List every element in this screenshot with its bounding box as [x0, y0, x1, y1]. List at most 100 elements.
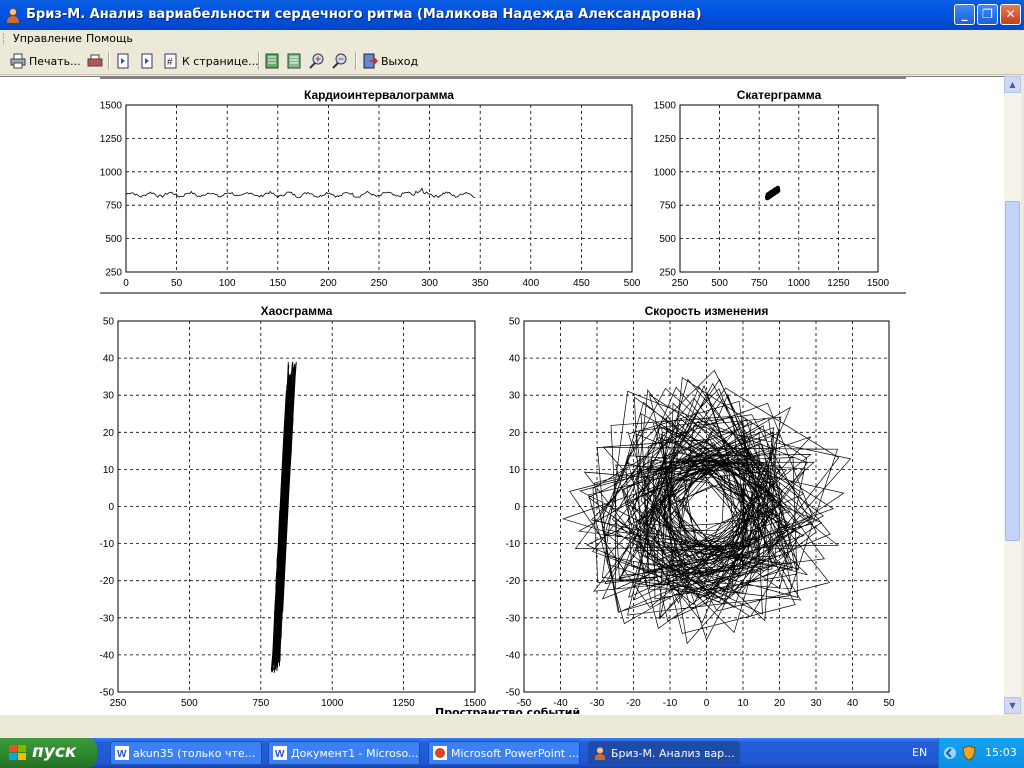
scatter-point [767, 192, 773, 197]
chaos-x-tick-label: 750 [252, 698, 269, 709]
print-setup-button[interactable] [87, 52, 103, 70]
task-akun35[interactable]: W akun35 (только чте... [110, 741, 262, 765]
chaos-frame [117, 320, 476, 693]
chaos-series-line [270, 361, 297, 673]
clock: 15:03 [985, 746, 1017, 759]
vertical-scrollbar[interactable]: ▲ ▼ [1004, 76, 1021, 714]
chaos-y-tick-label: 30 [103, 391, 115, 402]
speed-x-tick-label: 10 [737, 698, 749, 709]
chaos-title: Хаосграмма [261, 304, 333, 318]
cardio-y-tick-label: 500 [105, 234, 122, 245]
page-forward-icon [141, 53, 153, 69]
scatter-x-tick-label: 750 [751, 278, 768, 289]
chaos-y-tick-label: 50 [103, 317, 115, 328]
app-icon [7, 8, 19, 23]
scatter-x-tick-label: 1000 [788, 278, 811, 289]
exit-label: Выход [381, 54, 419, 68]
print-button[interactable]: Печать... [10, 52, 81, 70]
scatter-chart: Скатерграмма 250 500 750 1000 1250 1500 1500 125… [654, 88, 890, 289]
scatter-y-tick-label: 1500 [654, 101, 677, 112]
task-powerpoint[interactable]: Microsoft PowerPoint ... [428, 741, 580, 765]
speed-y-tick-label: 0 [514, 502, 520, 513]
speed-y-tick-label: 10 [509, 465, 521, 476]
page-width-button[interactable] [286, 52, 302, 70]
cardio-x-tick-label: 300 [421, 278, 438, 289]
goto-page-button[interactable]: # К странице... [163, 52, 259, 70]
scatter-y-tick-label: 1250 [654, 134, 677, 145]
scatter-y-tick-label: 750 [659, 201, 676, 212]
security-shield-icon[interactable] [961, 745, 977, 761]
start-label: пуск [32, 742, 77, 762]
scatter-x-tick-label: 1500 [867, 278, 890, 289]
scatter-y-tick-label: 250 [659, 268, 676, 279]
menu-pomosch[interactable]: Помощь [86, 32, 133, 45]
speed-y-tick-label: 50 [509, 317, 521, 328]
language-indicator[interactable]: EN [912, 746, 927, 759]
task-label: Microsoft PowerPoint ... [451, 747, 580, 760]
chaos-y-tick-label: 0 [108, 502, 114, 513]
single-page-button[interactable] [264, 52, 280, 70]
scatter-y-tick-label: 500 [659, 234, 676, 245]
cardio-x-tick-label: 200 [320, 278, 337, 289]
charts-canvas: Кардиоинтервалограмма0 50 100 150 200 250 300 3… [100, 77, 906, 709]
speed-x-tick-label: 20 [774, 698, 786, 709]
speed-x-tick-label: 50 [883, 698, 895, 709]
maximize-button[interactable]: ❐ [977, 4, 998, 25]
task-label: Документ1 - Microso... [291, 747, 419, 760]
toolbar-separator [355, 52, 357, 70]
bottom-axis-label: Пространство событий [435, 706, 581, 714]
scroll-down-button[interactable]: ▼ [1004, 697, 1021, 714]
speed-y-tick-label: -50 [506, 688, 521, 699]
page-back-icon [117, 53, 129, 69]
cardio-x-tick-label: 250 [371, 278, 388, 289]
cardio-x-tick-label: 350 [472, 278, 489, 289]
chaos-y-tick-label: -40 [100, 650, 115, 661]
windows-flag-icon [9, 745, 26, 760]
goto-page-icon: # [164, 53, 177, 69]
task-briz[interactable]: Бриз-М. Анализ вар... [588, 741, 740, 765]
speed-y-tick-label: 40 [509, 354, 521, 365]
page-width-icon [287, 53, 301, 69]
cardio-x-tick-label: 0 [123, 278, 129, 289]
scroll-thumb[interactable] [1005, 201, 1020, 541]
close-button[interactable]: ✕ [1000, 4, 1021, 25]
minimize-button[interactable]: _ [954, 4, 975, 25]
cardio-x-tick-label: 100 [219, 278, 236, 289]
scroll-up-button[interactable]: ▲ [1004, 76, 1021, 93]
print-setup-icon [87, 54, 103, 67]
taskbar: пуск W akun35 (только чте... W Документ1… [0, 738, 1024, 768]
next-page-button[interactable] [139, 52, 155, 70]
word-icon: W [115, 746, 129, 760]
chaos-x-tick-label: 500 [181, 698, 198, 709]
menu-grip [3, 33, 6, 45]
cardio-y-tick-label: 250 [105, 268, 122, 279]
cardio-title: Кардиоинтервалограмма [304, 88, 454, 102]
window-title: Бриз-М. Анализ вариабельности сердечного… [26, 7, 702, 22]
menu-bar: Управление Помощь [0, 30, 1024, 48]
chaos-x-tick-label: 1250 [392, 698, 415, 709]
cardio-x-tick-label: 150 [269, 278, 286, 289]
scatter-point [775, 187, 781, 192]
cardio-y-tick-label: 750 [105, 201, 122, 212]
chaos-x-tick-label: 1000 [321, 698, 344, 709]
speed-x-tick-label: 0 [704, 698, 710, 709]
speed-y-tick-label: -30 [506, 613, 521, 624]
start-button[interactable]: пуск [0, 738, 97, 768]
page-view-icon [265, 53, 279, 69]
task-document1[interactable]: W Документ1 - Microso... [268, 741, 420, 765]
cardio-x-tick-label: 50 [171, 278, 183, 289]
zoom-in-button[interactable] [309, 52, 325, 70]
tray-arrow-icon[interactable] [943, 746, 957, 760]
chaos-y-tick-label: -20 [100, 576, 115, 587]
zoom-out-button[interactable] [332, 52, 348, 70]
exit-button[interactable]: Выход [362, 52, 418, 70]
scatter-title: Скатерграмма [737, 88, 822, 102]
menu-upravlenie[interactable]: Управление [13, 32, 82, 45]
system-tray: 15:03 [938, 738, 1024, 768]
word-icon: W [273, 746, 287, 760]
chaos-y-tick-label: 20 [103, 428, 115, 439]
chaos-chart: Хаосграмма250 500 750 1000 1250 1500504030201… [100, 304, 487, 709]
toolbar-separator [108, 52, 110, 70]
scatter-x-tick-label: 250 [672, 278, 689, 289]
first-page-button[interactable] [115, 52, 131, 70]
